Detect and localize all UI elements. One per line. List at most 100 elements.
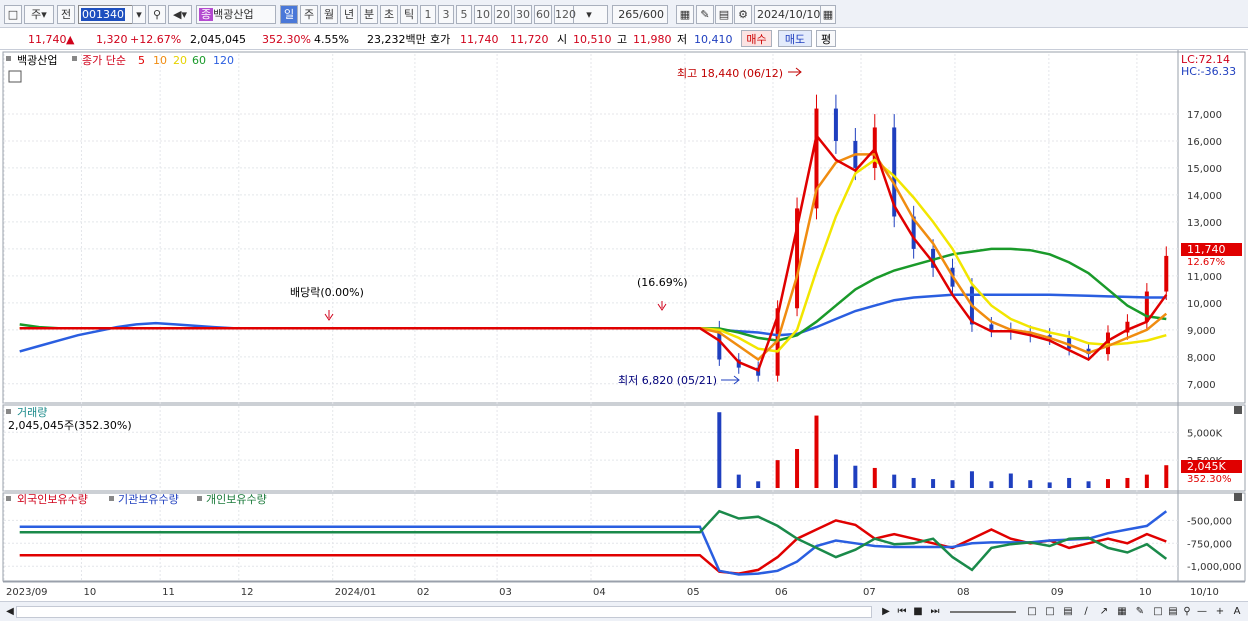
ma-label[interactable]: 종가 단순 <box>82 54 126 67</box>
volume-panel-close-icon[interactable] <box>1234 406 1242 414</box>
hc-label: HC:-36.33 <box>1181 65 1236 78</box>
stock-name-field[interactable]: 종 백광산업 <box>196 5 276 24</box>
time-tick-label: 03 <box>499 587 512 598</box>
time-tick-label: 11 <box>162 587 175 598</box>
plus-icon[interactable]: + <box>1214 605 1226 619</box>
first-page-icon[interactable]: ⏮ <box>895 605 909 619</box>
volume-bar <box>931 479 936 488</box>
tab-0[interactable]: 일 <box>280 5 298 24</box>
jump-annotation: (16.69%) <box>637 276 688 289</box>
stop-icon[interactable]: ■ <box>912 605 924 619</box>
drawing-tools-icon[interactable]: ✎ <box>696 5 714 24</box>
volume-bar <box>911 477 916 488</box>
ma60-label: 60 <box>192 54 206 67</box>
ma20-label: 20 <box>173 54 187 67</box>
note-tool-icon[interactable]: ✎ <box>1134 605 1146 619</box>
sell-button[interactable]: 매도 <box>778 30 812 47</box>
volume-bar <box>872 467 877 488</box>
zoom-in-icon[interactable]: □ <box>1026 605 1038 619</box>
table-view-icon[interactable] <box>8 70 22 83</box>
last-page-icon[interactable]: ⏭ <box>928 605 942 619</box>
fibo-tool-icon[interactable]: ▦ <box>1116 605 1128 619</box>
count-field[interactable]: 265/600 <box>612 5 668 24</box>
code-dropdown-icon[interactable]: ▾ <box>132 5 146 24</box>
tab-4[interactable]: 분 <box>360 5 378 24</box>
scroll-right-icon[interactable]: ▶ <box>880 605 892 619</box>
up-arrow-icon: ▲ <box>66 33 75 46</box>
price-panel-name[interactable]: 백광산업 <box>17 54 57 67</box>
dividend-annotation: 배당락(0.00%) <box>290 286 364 299</box>
chart-area: 17,00016,00015,00014,00013,00012,00011,0… <box>2 50 1246 598</box>
tab-3[interactable]: 년 <box>340 5 358 24</box>
institution-holding-label[interactable]: 기관보유수량 <box>118 493 179 506</box>
volume-bar <box>853 465 858 488</box>
print-icon[interactable]: ▤ <box>1167 605 1179 619</box>
volume-bar <box>717 412 722 488</box>
speaker-icon[interactable]: ◀▾ <box>168 5 192 24</box>
minute-button-30[interactable]: 30 <box>514 5 532 24</box>
time-tick-label: 12 <box>241 587 254 598</box>
trend-tool-icon[interactable]: ↗ <box>1098 605 1110 619</box>
minute-button-120[interactable]: 120 <box>554 5 576 24</box>
tab-2[interactable]: 월 <box>320 5 338 24</box>
ma-marker-icon <box>72 56 77 61</box>
volume-bar <box>833 454 838 488</box>
volume-bar <box>795 449 800 488</box>
minute-button-10[interactable]: 10 <box>474 5 492 24</box>
individual-holding-label[interactable]: 개인보유수량 <box>206 493 267 506</box>
count-total: /600 <box>639 8 664 21</box>
window-menu-icon[interactable]: □ <box>4 5 22 24</box>
prev-button[interactable]: 전 <box>57 5 75 24</box>
scroll-track[interactable] <box>16 606 872 618</box>
chart-type-icon[interactable]: ▦ <box>676 5 694 24</box>
individual-marker-icon <box>197 496 202 501</box>
minute-button-20[interactable]: 20 <box>494 5 512 24</box>
volume-bar <box>892 474 897 488</box>
calendar-icon[interactable]: ▦ <box>820 5 836 24</box>
open-label: 시 <box>557 33 568 46</box>
volume-bar <box>1008 473 1013 488</box>
turnover-rate: 4.55% <box>314 33 349 46</box>
zoom-slider[interactable] <box>950 611 1016 613</box>
minute-button-3[interactable]: 3 <box>438 5 454 24</box>
minus-icon[interactable]: — <box>1196 605 1208 619</box>
price-tick-label: 9,000 <box>1187 326 1216 337</box>
time-tick-label: 04 <box>593 587 606 598</box>
tab-6[interactable]: 틱 <box>400 5 418 24</box>
tab-1[interactable]: 주 <box>300 5 318 24</box>
high-label: 고 <box>617 33 628 46</box>
minute-button-5[interactable]: 5 <box>456 5 472 24</box>
current-price: 11,740 <box>28 33 67 46</box>
low-label: 저 <box>677 33 688 46</box>
font-size-icon[interactable]: A <box>1231 605 1243 619</box>
settings-gear-icon[interactable]: ⚙ <box>734 5 752 24</box>
volume-title[interactable]: 거래량 <box>17 406 47 419</box>
minute-button-1[interactable]: 1 <box>420 5 436 24</box>
minute-button-60[interactable]: 60 <box>534 5 552 24</box>
foreign-holding-label[interactable]: 외국인보유수량 <box>17 493 88 506</box>
buy-button[interactable]: 매수 <box>741 30 772 47</box>
line-tool-icon[interactable]: ∕ <box>1080 605 1092 619</box>
price-tick-label: 13,000 <box>1187 218 1222 229</box>
compare-icon[interactable]: ▤ <box>1062 605 1074 619</box>
volume-tick-label: 5,000K <box>1187 428 1223 439</box>
candle-body <box>989 324 994 330</box>
tab-5[interactable]: 초 <box>380 5 398 24</box>
zoom-out-icon[interactable]: □ <box>1044 605 1056 619</box>
period-select[interactable]: 주▾ <box>24 5 54 24</box>
stock-type-badge: 종 <box>199 8 214 21</box>
ma5-label: 5 <box>138 54 145 67</box>
holding-panel-close-icon[interactable] <box>1234 493 1242 501</box>
time-tick-label: 2023/09 <box>6 587 48 598</box>
scroll-left-icon[interactable]: ◀ <box>4 605 16 619</box>
volume-bar <box>969 471 974 488</box>
volume-bar <box>1086 481 1091 488</box>
search-icon[interactable]: ⚲ <box>148 5 166 24</box>
price-tick-label: 14,000 <box>1187 191 1222 202</box>
evaluate-button[interactable]: 평 <box>816 30 836 47</box>
volume-bar <box>775 460 780 488</box>
save-icon[interactable]: ▤ <box>715 5 733 24</box>
image-save-icon[interactable]: □ <box>1152 605 1164 619</box>
volume-value: 2,045,045 <box>190 33 246 46</box>
magnifier-icon[interactable]: ⚲ <box>1181 605 1193 619</box>
